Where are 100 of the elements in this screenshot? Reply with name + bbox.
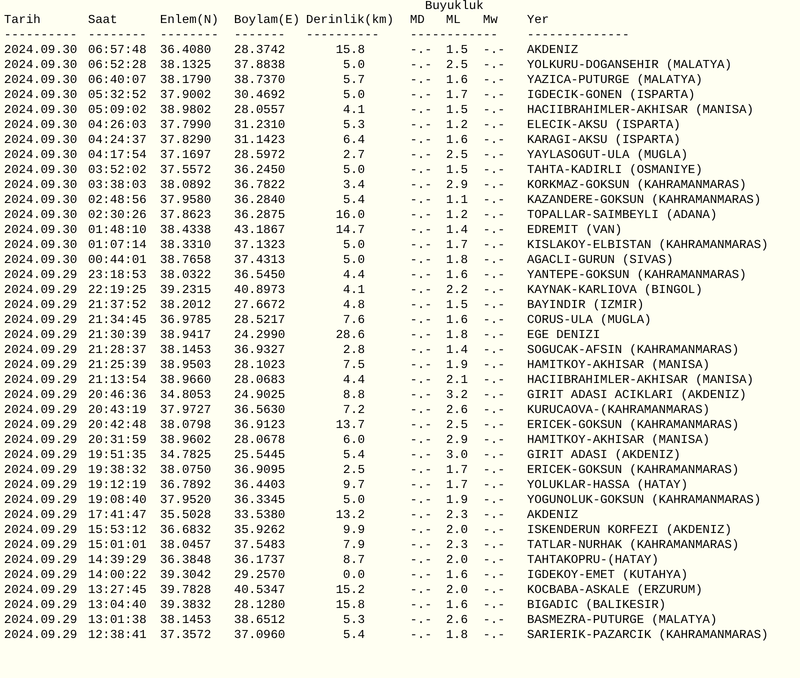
table-cell: -.- — [483, 538, 505, 553]
table-cell: -.- — [410, 568, 432, 583]
table-cell: 21:28:37 — [88, 343, 147, 358]
table-cell: HACIIBRAHIMLER-AKHISAR (MANISA) — [527, 103, 754, 118]
table-cell: 30.4692 — [234, 88, 286, 103]
table-cell: 28.5217 — [234, 313, 286, 328]
table-cell: YOLKURU-DOGANSEHIR (MALATYA) — [527, 58, 732, 73]
table-cell: -.- — [410, 583, 432, 598]
table-cell: 02:30:26 — [88, 208, 147, 223]
table-cell: 34.8053 — [160, 388, 212, 403]
table-cell: -.- — [483, 523, 505, 538]
table-cell: 2.3 — [446, 538, 468, 553]
table-cell: 38.9660 — [160, 373, 212, 388]
table-cell: -.- — [483, 148, 505, 163]
table-cell: -.- — [483, 43, 505, 58]
table-cell: 37.9520 — [160, 493, 212, 508]
table-cell: 36.2875 — [234, 208, 286, 223]
table-cell: -.- — [483, 478, 505, 493]
table-cell: 38.9602 — [160, 433, 212, 448]
table-cell: 13.7 — [336, 418, 365, 433]
table-cell: 37.8838 — [234, 58, 286, 73]
table-cell: 06:40:07 — [88, 73, 147, 88]
table-cell: 4.4 — [343, 268, 365, 283]
table-cell: 20:31:59 — [88, 433, 147, 448]
table-cell: -.- — [483, 283, 505, 298]
table-cell: 2024.09.30 — [4, 208, 78, 223]
table-cell: -.- — [410, 298, 432, 313]
table-cell: 28.0557 — [234, 103, 286, 118]
table-cell: 38.3310 — [160, 238, 212, 253]
table-cell: -.- — [410, 163, 432, 178]
table-cell: 2024.09.29 — [4, 328, 78, 343]
table-cell: 7.9 — [343, 538, 365, 553]
table-cell: 39.3832 — [160, 598, 212, 613]
table-cell: -.- — [483, 463, 505, 478]
table-cell: -.- — [410, 358, 432, 373]
table-cell: 2.3 — [446, 508, 468, 523]
table-cell: 5.0 — [343, 58, 365, 73]
table-cell: 37.1697 — [160, 148, 212, 163]
table-cell: 2024.09.30 — [4, 148, 78, 163]
table-cell: 21:34:45 — [88, 313, 147, 328]
table-cell: 1.1 — [446, 193, 468, 208]
table-cell: 2.0 — [446, 553, 468, 568]
table-cell: -.- — [410, 133, 432, 148]
table-cell: 39.7828 — [160, 583, 212, 598]
table-cell: 38.0322 — [160, 268, 212, 283]
table-cell: -.- — [483, 343, 505, 358]
table-cell: 29.2570 — [234, 568, 286, 583]
table-cell: -.- — [410, 73, 432, 88]
table-cell: 36.2450 — [234, 163, 286, 178]
column-header: MD — [410, 13, 425, 28]
table-cell: 20:46:36 — [88, 388, 147, 403]
table-cell: 12:38:41 — [88, 628, 147, 643]
table-cell: 2024.09.30 — [4, 88, 78, 103]
table-cell: 2024.09.29 — [4, 343, 78, 358]
table-cell: 38.0892 — [160, 178, 212, 193]
table-cell: 19:38:32 — [88, 463, 147, 478]
table-cell: 35.9262 — [234, 523, 286, 538]
table-cell: 5.0 — [343, 253, 365, 268]
table-cell: 38.1453 — [160, 343, 212, 358]
table-cell: 36.5630 — [234, 403, 286, 418]
table-cell: -.- — [410, 553, 432, 568]
table-cell: SARIERIK-PAZARCIK (KAHRAMANMARAS) — [527, 628, 768, 643]
table-cell: -.- — [410, 433, 432, 448]
table-cell: 37.9727 — [160, 403, 212, 418]
table-cell: 36.7822 — [234, 178, 286, 193]
table-cell: -.- — [483, 433, 505, 448]
table-cell: 5.4 — [343, 193, 365, 208]
table-cell: 19:51:35 — [88, 448, 147, 463]
table-cell: 3.4 — [343, 178, 365, 193]
table-cell: 1.7 — [446, 478, 468, 493]
table-cell: -.- — [410, 343, 432, 358]
table-cell: 38.9503 — [160, 358, 212, 373]
table-cell: ISKENDERUN KORFEZI (AKDENIZ) — [527, 523, 732, 538]
table-cell: 2024.09.30 — [4, 223, 78, 238]
table-cell: BIGADIC (BALIKESIR) — [527, 598, 666, 613]
table-cell: 2.8 — [343, 343, 365, 358]
table-cell: AKDENIZ — [527, 508, 578, 523]
table-cell: -.- — [410, 208, 432, 223]
table-cell: -.- — [410, 448, 432, 463]
table-cell: 36.4080 — [160, 43, 212, 58]
table-cell: -.- — [483, 613, 505, 628]
table-cell: 2024.09.30 — [4, 73, 78, 88]
table-cell: 2024.09.29 — [4, 313, 78, 328]
table-cell: 2024.09.29 — [4, 463, 78, 478]
table-cell: 5.0 — [343, 88, 365, 103]
table-cell: 01:07:14 — [88, 238, 147, 253]
table-cell: -.- — [483, 448, 505, 463]
table-cell: -.- — [410, 43, 432, 58]
table-cell: 04:24:37 — [88, 133, 147, 148]
table-cell: -.- — [410, 463, 432, 478]
table-cell: 1.7 — [446, 463, 468, 478]
column-header: Mw — [483, 13, 498, 28]
table-cell: 2024.09.29 — [4, 538, 78, 553]
table-cell: 2024.09.29 — [4, 493, 78, 508]
table-cell: -.- — [410, 508, 432, 523]
table-cell: 4.1 — [343, 283, 365, 298]
table-cell: 2024.09.29 — [4, 628, 78, 643]
table-cell: 2.5 — [446, 148, 468, 163]
table-cell: 36.7892 — [160, 478, 212, 493]
table-cell: 4.8 — [343, 298, 365, 313]
